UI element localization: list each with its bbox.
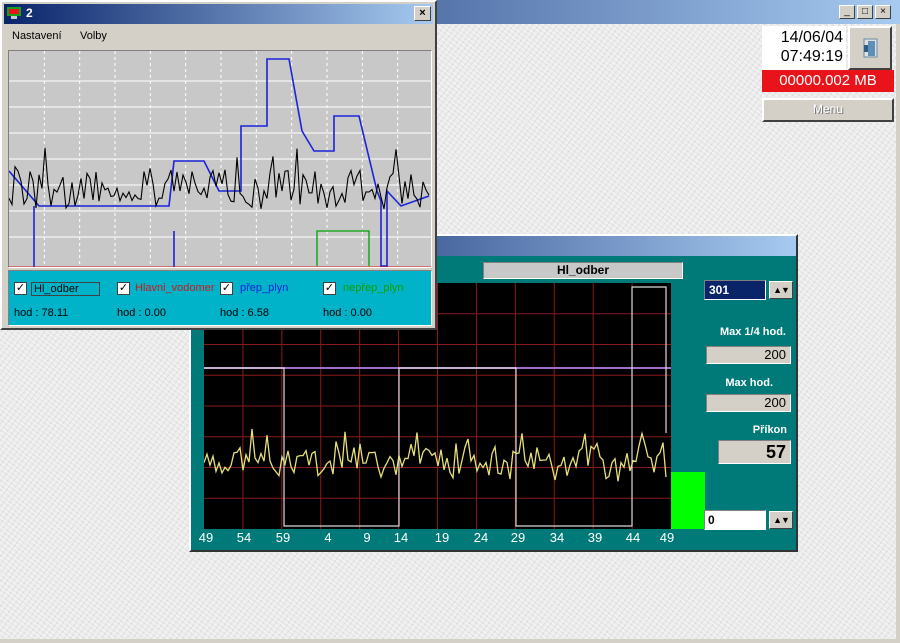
series-value-hlavni-vodomer: hod : 0.00 [117, 307, 166, 319]
series-line-neprep-plyn [316, 230, 370, 266]
x-tick-label: 19 [434, 530, 450, 545]
series-checkbox-hlavni-vodomer[interactable]: ✓ [117, 282, 130, 295]
date-text: 14/06/04 [780, 29, 843, 46]
clock: 14/06/04 07:49:19 [762, 26, 846, 70]
trend-window: 2 × Nastavení Volby ✓ Hl_odber hod : 78.… [0, 0, 437, 330]
scope-title: Hl_odber [483, 262, 683, 279]
time-text: 07:49:19 [780, 48, 843, 65]
series-checkbox-neprep-plyn[interactable]: ✓ [323, 282, 336, 295]
status-panel: 14/06/04 07:49:19 00000.002 MB Menu [760, 24, 896, 124]
level-indicator [671, 472, 705, 529]
menu-volby[interactable]: Volby [80, 30, 107, 42]
door-exit-icon [863, 38, 878, 58]
x-tick-label: 49 [198, 530, 214, 545]
minimize-button[interactable]: _ [839, 5, 855, 19]
channel-spinner[interactable]: ▲▼ [769, 281, 793, 299]
memory-indicator: 00000.002 MB [762, 70, 894, 92]
x-tick-label: 24 [473, 530, 489, 545]
close-button[interactable]: × [875, 5, 891, 19]
menu-button[interactable]: Menu [762, 98, 894, 122]
series-checkbox-hl-odber[interactable]: ✓ [14, 282, 27, 295]
series-value-hl-odber: hod : 78.11 [14, 307, 69, 319]
exit-button[interactable] [848, 26, 892, 70]
x-tick-label: 29 [510, 530, 526, 545]
x-tick-label: 44 [625, 530, 641, 545]
maximize-button[interactable]: □ [857, 5, 873, 19]
app-icon [7, 7, 21, 19]
series-name-hlavni-vodomer[interactable]: Hlavni_vodomer [135, 282, 219, 294]
x-tick-label: 9 [363, 530, 371, 545]
max-hour-label: Max hod. [725, 377, 773, 389]
trend-menubar: Nastavení Volby [4, 26, 433, 46]
series-checkbox-prep-plyn[interactable]: ✓ [220, 282, 233, 295]
window-frame-bottom [0, 639, 900, 643]
max-quarter-label: Max 1/4 hod. [719, 326, 786, 338]
series-value-prep-plyn: hod : 6.58 [220, 307, 269, 319]
x-tick-label: 59 [275, 530, 291, 545]
x-tick-label: 14 [393, 530, 409, 545]
scope-x-axis: 49 54 59 4 9 14 19 24 29 34 39 44 49 [191, 530, 691, 546]
series-line-hl-odber [9, 147, 430, 210]
x-tick-label: 49 [659, 530, 675, 545]
legend-panel: ✓ Hl_odber hod : 78.11 ✓ Hlavni_vodomer … [8, 270, 432, 326]
power-label: Příkon [752, 424, 787, 436]
series-value-neprep-plyn: hod : 0.00 [323, 307, 372, 319]
series-name-hl-odber[interactable]: Hl_odber [31, 282, 100, 296]
x-tick-label: 39 [587, 530, 603, 545]
series-line-prep-plyn [9, 58, 430, 267]
trend-window-title: 2 [26, 6, 33, 20]
channel-input[interactable]: 301 [704, 280, 766, 300]
trend-close-button[interactable]: × [414, 6, 431, 21]
trend-titlebar[interactable]: 2 × [4, 4, 433, 24]
max-hour-field: 200 [706, 394, 791, 412]
x-tick-label: 4 [324, 530, 332, 545]
trend-plot [8, 50, 432, 268]
menu-nastaveni[interactable]: Nastavení [12, 30, 62, 42]
offset-spinner[interactable]: ▲▼ [769, 511, 793, 529]
series-name-neprep-plyn[interactable]: nepřep_plyn [343, 282, 404, 294]
window-frame-right [896, 24, 900, 643]
x-tick-label: 54 [236, 530, 252, 545]
power-field: 57 [718, 440, 791, 464]
max-quarter-field: 200 [706, 346, 791, 364]
series-name-prep-plyn[interactable]: přep_plyn [240, 282, 288, 294]
x-tick-label: 34 [549, 530, 565, 545]
offset-input[interactable]: 0 [704, 510, 766, 530]
